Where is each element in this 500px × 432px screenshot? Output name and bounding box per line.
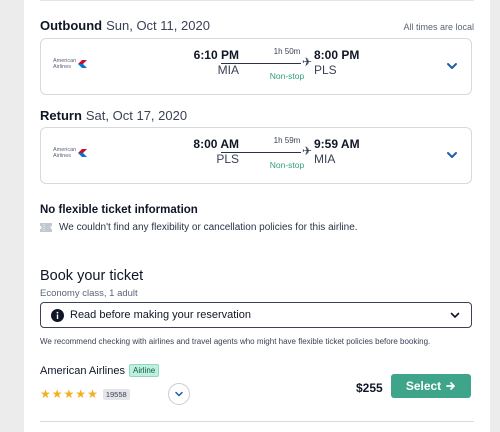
outbound-arrival: 8:00 PM PLS bbox=[314, 48, 384, 78]
chevron-down-icon bbox=[450, 312, 460, 318]
departure-airport: PLS bbox=[216, 152, 239, 166]
airline-logo: American Airlines bbox=[53, 146, 89, 160]
star-icon: ★ bbox=[63, 387, 75, 401]
star-icon: ★ bbox=[40, 387, 51, 401]
airline-eagle-icon bbox=[78, 149, 88, 157]
route-line bbox=[221, 152, 301, 153]
flex-message-row: We couldn't find any flexibility or canc… bbox=[40, 222, 358, 233]
star-icon: ★ bbox=[87, 387, 98, 401]
outbound-label: Outbound bbox=[40, 18, 103, 33]
provider-type-badge: Airline bbox=[128, 364, 160, 377]
recommendation-text: We recommend checking with airlines and … bbox=[40, 337, 431, 346]
airline-logo: American Airlines bbox=[53, 57, 89, 71]
provider-name-row: American Airlines Airline bbox=[40, 364, 160, 377]
return-arrival: 9:59 AM MIA bbox=[314, 137, 384, 167]
select-button-label: Select bbox=[405, 379, 442, 393]
route-line bbox=[221, 63, 301, 64]
arrival-time: 9:59 AM bbox=[314, 137, 360, 151]
outbound-leg-card[interactable]: American Airlines 6:10 PM MIA 1h 50m ✈ N… bbox=[40, 38, 472, 95]
outbound-date: Sun, Oct 11, 2020 bbox=[106, 18, 210, 33]
return-header: Return Sat, Oct 17, 2020 bbox=[40, 108, 474, 126]
chevron-down-icon[interactable] bbox=[445, 59, 459, 73]
select-button[interactable]: Select bbox=[391, 374, 471, 398]
arrival-airport: MIA bbox=[314, 152, 336, 166]
divider bbox=[40, 0, 474, 1]
reservation-info-label: Read before making your reservation bbox=[70, 309, 251, 321]
departure-time: 8:00 AM bbox=[193, 137, 239, 151]
provider-name: American Airlines bbox=[40, 364, 125, 377]
star-icon: ★ bbox=[51, 387, 63, 401]
local-times-note: All times are local bbox=[403, 22, 474, 32]
flex-message: We couldn't find any flexibility or canc… bbox=[59, 222, 358, 233]
return-leg-card[interactable]: American Airlines 8:00 AM PLS 1h 59m ✈ N… bbox=[40, 127, 472, 184]
plane-icon: ✈ bbox=[302, 55, 313, 69]
outbound-header: Outbound Sun, Oct 11, 2020 All times are… bbox=[40, 18, 474, 36]
arrival-time: 8:00 PM bbox=[314, 48, 360, 62]
departure-airport: MIA bbox=[217, 63, 239, 77]
airline-logo-text-2: Airlines bbox=[53, 153, 72, 159]
chevron-down-icon[interactable] bbox=[445, 148, 459, 162]
info-icon bbox=[51, 308, 64, 322]
flex-title: No flexible ticket information bbox=[40, 204, 198, 216]
ticket-icon bbox=[40, 223, 52, 232]
star-icon: ★ bbox=[75, 387, 87, 401]
ticket-price: $255 bbox=[356, 381, 383, 395]
expand-provider-button[interactable] bbox=[168, 383, 190, 405]
chevron-down-icon bbox=[175, 391, 183, 397]
book-title: Book your ticket bbox=[40, 268, 144, 284]
airline-logo-text-2: Airlines bbox=[53, 64, 72, 70]
arrow-right-icon bbox=[446, 382, 456, 390]
divider bbox=[40, 421, 474, 422]
return-label: Return bbox=[40, 108, 82, 123]
arrival-airport: PLS bbox=[314, 63, 337, 77]
rating-row: ★ ★ ★ ★ ★ 19558 bbox=[40, 388, 130, 400]
departure-time: 6:10 PM bbox=[193, 48, 239, 62]
plane-icon: ✈ bbox=[302, 144, 313, 158]
flight-details-panel: Outbound Sun, Oct 11, 2020 All times are… bbox=[24, 0, 490, 432]
return-date: Sat, Oct 17, 2020 bbox=[85, 108, 188, 123]
book-subtitle: Economy class, 1 adult bbox=[40, 288, 138, 299]
airline-eagle-icon bbox=[78, 60, 88, 68]
reservation-info-dropdown[interactable]: Read before making your reservation bbox=[40, 302, 472, 328]
review-count: 19558 bbox=[102, 388, 130, 400]
